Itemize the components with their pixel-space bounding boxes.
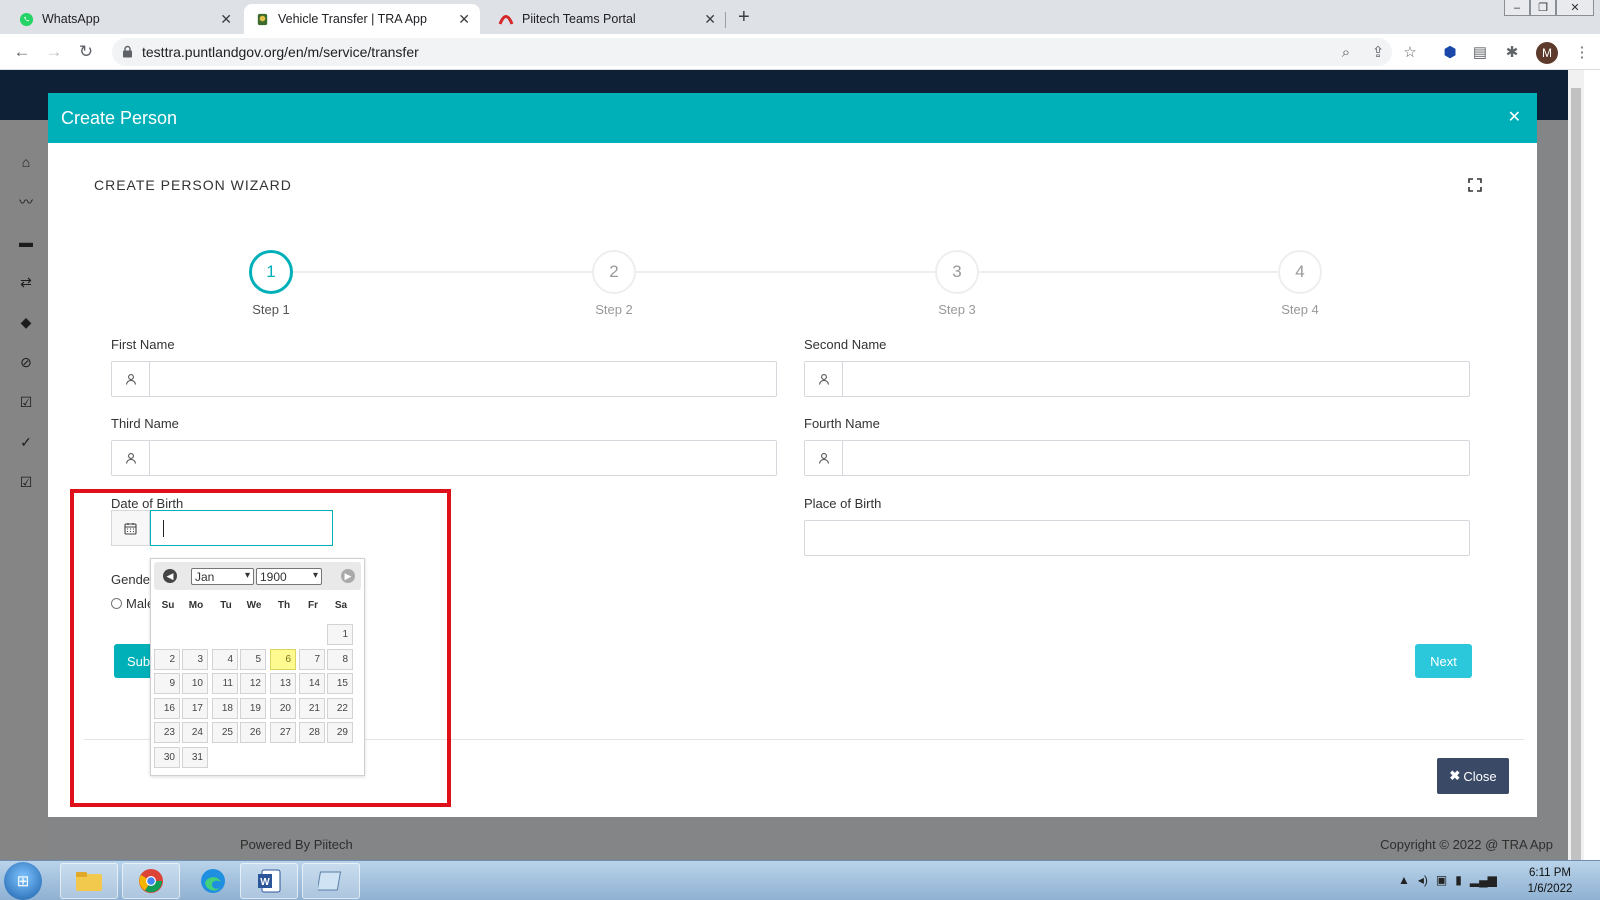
wizard-step-1[interactable]: 1 Step 1 [231,250,311,317]
close-tab-icon[interactable]: ✕ [458,11,470,28]
wizard-step-4[interactable]: 4 Step 4 [1260,250,1340,317]
network-icon[interactable]: ▣ [1436,873,1447,887]
chrome-icon[interactable] [122,863,180,899]
address-bar-row: ← → ↻ testtra.puntlandgov.org/en/m/servi… [0,34,1600,70]
first-name-field[interactable] [111,361,777,397]
user-icon [805,362,843,396]
wizard-title: CREATE PERSON WIZARD [94,177,292,193]
step-label: Step 4 [1281,302,1319,317]
tab-vehicle-transfer[interactable]: Vehicle Transfer | TRA App ✕ [244,4,480,34]
extensions-puzzle-icon[interactable]: ✱ [1502,42,1522,62]
bookmark-star-icon[interactable]: ☆ [1400,42,1420,62]
profile-avatar[interactable]: M [1536,42,1558,64]
user-icon [112,441,150,475]
url-text: testtra.puntlandgov.org/en/m/service/tra… [142,44,419,60]
signal-icon[interactable]: ▂▄▆ [1470,873,1497,887]
word-icon[interactable]: W [240,863,298,899]
highlight-rectangle [70,489,451,807]
clock-date: 1/6/2022 [1527,883,1573,895]
modal-title: Create Person [61,107,178,128]
close-x-icon: ✖ [1449,768,1461,783]
close-tab-icon[interactable]: ✕ [704,11,716,28]
extension-shield-icon[interactable]: ⬢ [1440,42,1460,62]
notepad-icon[interactable] [302,863,360,899]
extension-doc-icon[interactable]: ▤ [1470,42,1490,62]
restore-icon[interactable]: ❐ [1530,0,1556,16]
wizard-progress-line [266,271,1312,273]
taskbar-clock[interactable]: 6:11 PM 1/6/2022 [1520,865,1580,897]
page-scrollbar[interactable] [1568,70,1584,860]
tab-title: WhatsApp [42,12,100,26]
share-icon[interactable]: ⇪ [1368,42,1388,62]
modal-close-icon[interactable]: ✕ [1508,107,1521,127]
browser-tab-bar: WhatsApp ✕ Vehicle Transfer | TRA App ✕ … [0,0,1600,34]
first-name-label: First Name [111,337,175,352]
new-tab-icon[interactable]: + [738,6,750,29]
tab-title: Vehicle Transfer | TRA App [278,12,427,26]
edge-icon[interactable] [184,863,242,899]
wizard-step-3[interactable]: 3 Step 3 [917,250,997,317]
second-name-field[interactable] [804,361,1470,397]
clock-time: 6:11 PM [1529,867,1571,879]
windows-taskbar: ⊞ W ▲ ◂) ▣ ▮ ▂▄▆ 6:11 PM 1/6/2022 [0,860,1600,900]
third-name-label: Third Name [111,416,179,431]
scrollbar-thumb[interactable] [1571,88,1581,860]
power-icon[interactable]: ▮ [1455,873,1462,887]
step-circle: 4 [1278,250,1322,294]
step-circle: 2 [592,250,636,294]
browser-menu-icon[interactable]: ⋮ [1572,42,1592,62]
piitech-icon [498,11,514,27]
place-of-birth-input[interactable] [804,520,1470,556]
fourth-name-field[interactable] [804,440,1470,476]
next-button[interactable]: Next [1415,644,1472,678]
place-of-birth-label: Place of Birth [804,496,882,511]
tray-expand-icon[interactable]: ▲ [1398,873,1410,887]
back-icon[interactable]: ← [10,40,34,64]
url-field[interactable]: testtra.puntlandgov.org/en/m/service/tra… [112,38,1392,66]
tab-separator [725,12,726,28]
tab-whatsapp[interactable]: WhatsApp ✕ [8,4,242,34]
system-tray: ▲ ◂) ▣ ▮ ▂▄▆ [1398,873,1497,887]
step-label: Step 1 [252,302,290,317]
second-name-label: Second Name [804,337,887,352]
start-button-icon[interactable]: ⊞ [4,862,42,900]
third-name-field[interactable] [111,440,777,476]
wizard-step-2[interactable]: 2 Step 2 [574,250,654,317]
user-icon [805,441,843,475]
step-circle: 1 [249,250,293,294]
whatsapp-icon [18,11,34,27]
fourth-name-label: Fourth Name [804,416,880,431]
fullscreen-icon[interactable] [1468,178,1482,192]
lock-icon [122,45,133,61]
forward-icon[interactable]: → [42,40,66,64]
step-label: Step 3 [938,302,976,317]
modal-header: Create Person [48,93,1537,143]
user-icon [112,362,150,396]
close-button-label: Close [1463,768,1497,784]
close-window-icon[interactable]: ✕ [1556,0,1594,16]
close-tab-icon[interactable]: ✕ [220,11,232,28]
close-button[interactable]: ✖ Close [1437,758,1509,794]
file-explorer-icon[interactable] [60,863,118,899]
tab-title: Piitech Teams Portal [522,12,636,26]
svg-text:W: W [260,877,270,888]
tab-piitech-teams[interactable]: Piitech Teams Portal ✕ [488,4,726,34]
emblem-icon [254,11,270,27]
volume-icon[interactable]: ◂) [1418,873,1428,887]
zoom-icon[interactable]: ⌕ [1336,42,1356,62]
reload-icon[interactable]: ↻ [74,40,98,64]
step-label: Step 2 [595,302,633,317]
step-circle: 3 [935,250,979,294]
minimize-icon[interactable]: – [1504,0,1530,16]
